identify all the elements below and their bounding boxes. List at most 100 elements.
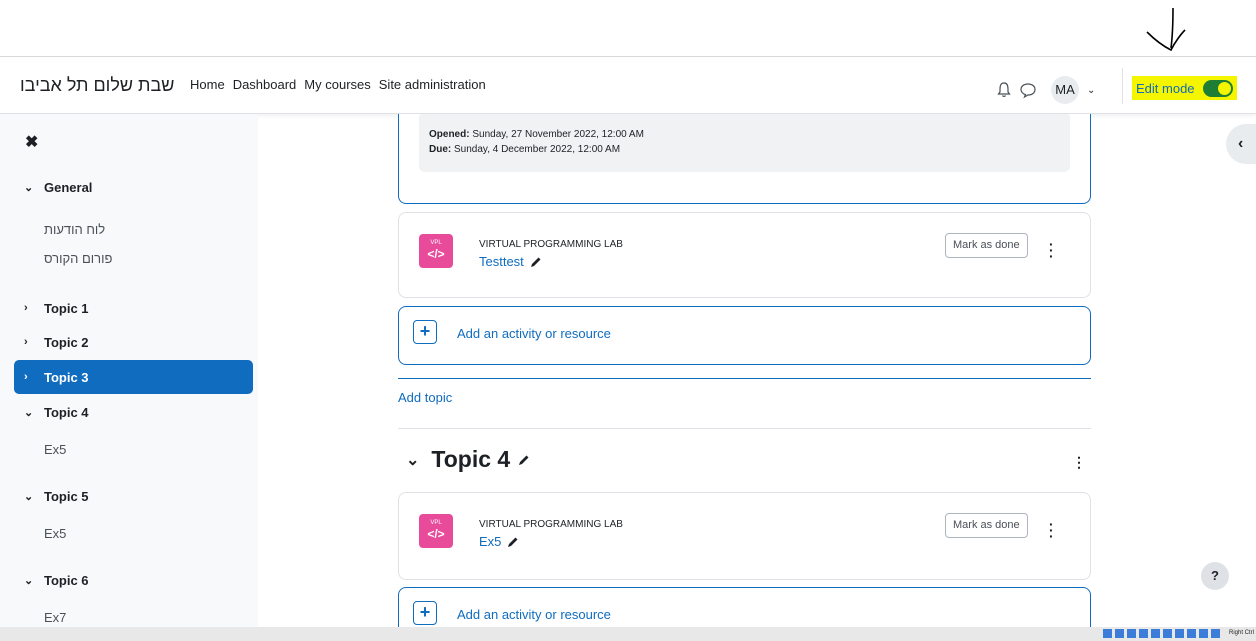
screen-top-area xyxy=(0,0,1256,57)
course-index-label: Ex5 xyxy=(44,441,67,457)
course-index-topic-2[interactable]: › Topic 2 xyxy=(14,325,253,359)
nav-my-courses[interactable]: My courses xyxy=(304,77,370,92)
taskbar-app-icon[interactable] xyxy=(1187,629,1196,638)
edit-pencil-icon[interactable] xyxy=(530,256,542,268)
course-index-drawer: ✖ ⌄ General לוח הודעות פורום הקורס › Top… xyxy=(0,114,258,641)
primary-navigation: Home Dashboard My courses Site administr… xyxy=(190,77,494,92)
taskbar-app-icon[interactable] xyxy=(1127,629,1136,638)
annotation-arrow-icon xyxy=(1146,7,1186,52)
section-divider xyxy=(398,428,1091,429)
course-index-label: Ex5 xyxy=(44,525,67,541)
course-index-item[interactable]: פורום הקורס xyxy=(14,241,253,275)
course-index-item[interactable]: Ex5 xyxy=(14,432,253,466)
activity-card: VPL </> VIRTUAL PROGRAMMING LAB Ex5 Mark… xyxy=(398,492,1091,580)
vpl-icon-text: VPL xyxy=(430,240,442,246)
mark-as-done-button[interactable]: Mark as done xyxy=(945,513,1028,538)
course-index-label: Topic 5 xyxy=(44,488,89,504)
course-content: Opened: Sunday, 27 November 2022, 12:00 … xyxy=(258,114,1256,641)
edit-mode-label: Edit mode xyxy=(1136,80,1195,96)
topic-title: Topic 4 xyxy=(431,446,511,472)
user-avatar[interactable]: MA xyxy=(1051,76,1079,104)
vpl-icon-text: VPL xyxy=(430,520,442,526)
vpl-icon-code: </> xyxy=(427,247,445,261)
chevron-down-icon: ⌄ xyxy=(24,406,34,419)
course-index-topic-6[interactable]: ⌄ Topic 6 xyxy=(14,563,253,597)
activity-link[interactable]: Ex5 xyxy=(479,534,519,549)
close-drawer-icon[interactable]: ✖ xyxy=(25,132,38,152)
activity-type: VIRTUAL PROGRAMMING LAB xyxy=(479,519,623,530)
host-key-label: Right Ctrl xyxy=(1228,630,1254,636)
site-brand[interactable]: שבת שלום תל אביבו xyxy=(20,75,174,96)
activity-dates: Opened: Sunday, 27 November 2022, 12:00 … xyxy=(419,114,1070,172)
chevron-right-icon: › xyxy=(24,371,28,383)
topic-4-heading[interactable]: ⌄ Topic 4 xyxy=(406,446,530,473)
course-index-label: פורום הקורס xyxy=(44,250,113,266)
course-index-label: לוח הודעות xyxy=(44,221,106,237)
help-button[interactable]: ? xyxy=(1201,562,1229,590)
taskbar-app-icon[interactable] xyxy=(1103,629,1112,638)
taskbar-app-icon[interactable] xyxy=(1139,629,1148,638)
vpl-icon: VPL </> xyxy=(419,234,453,268)
nav-home[interactable]: Home xyxy=(190,77,225,92)
chevron-down-icon: ⌄ xyxy=(24,181,34,194)
assignment-card: Opened: Sunday, 27 November 2022, 12:00 … xyxy=(398,114,1091,204)
navbar-divider xyxy=(1122,68,1123,104)
plus-icon[interactable]: + xyxy=(413,320,437,344)
course-index-general[interactable]: ⌄ General xyxy=(14,170,253,204)
taskbar-app-icon[interactable] xyxy=(1151,629,1160,638)
course-index-topic-4[interactable]: ⌄ Topic 4 xyxy=(14,395,253,429)
add-topic-link[interactable]: Add topic xyxy=(398,390,452,405)
vpl-icon-code: </> xyxy=(427,527,445,541)
opened-label: Opened: xyxy=(429,129,470,140)
course-index-label: Topic 1 xyxy=(44,300,89,316)
messages-chat-icon[interactable] xyxy=(1019,81,1037,99)
mark-as-done-button[interactable]: Mark as done xyxy=(945,233,1028,258)
chevron-right-icon: › xyxy=(24,302,28,314)
activity-type: VIRTUAL PROGRAMMING LAB xyxy=(479,239,623,250)
topic-actions-kebab-icon[interactable]: ⋮ xyxy=(1072,454,1086,471)
section-divider xyxy=(398,378,1091,379)
course-index-label: Ex7 xyxy=(44,609,67,625)
taskbar-app-icon[interactable] xyxy=(1115,629,1124,638)
course-index-topic-3[interactable]: › Topic 3 xyxy=(14,360,253,394)
chevron-down-icon: ⌄ xyxy=(24,574,34,587)
opened-date: Sunday, 27 November 2022, 12:00 AM xyxy=(472,129,644,140)
notifications-bell-icon[interactable] xyxy=(995,81,1013,99)
chevron-right-icon: › xyxy=(24,336,28,348)
edit-pencil-icon[interactable] xyxy=(518,454,530,466)
taskbar-app-icon[interactable] xyxy=(1175,629,1184,638)
course-index-label: Topic 4 xyxy=(44,404,89,420)
course-index-item[interactable]: Ex5 xyxy=(14,516,253,550)
course-index-topic-1[interactable]: › Topic 1 xyxy=(14,291,253,325)
activity-name[interactable]: Testtest xyxy=(479,254,524,269)
taskbar-app-icon[interactable] xyxy=(1163,629,1172,638)
nav-dashboard[interactable]: Dashboard xyxy=(233,77,297,92)
add-activity-card[interactable]: + Add an activity or resource xyxy=(398,306,1091,365)
due-label: Due: xyxy=(429,144,452,155)
add-activity-link[interactable]: Add an activity or resource xyxy=(457,607,611,622)
taskbar-icons xyxy=(1103,629,1220,638)
nav-site-administration[interactable]: Site administration xyxy=(379,77,486,92)
top-navbar: שבת שלום תל אביבו Home Dashboard My cour… xyxy=(0,58,1256,114)
plus-icon[interactable]: + xyxy=(413,601,437,625)
add-activity-link[interactable]: Add an activity or resource xyxy=(457,326,611,341)
collapse-chevron-down-icon[interactable]: ⌄ xyxy=(406,450,419,470)
taskbar-app-icon[interactable] xyxy=(1199,629,1208,638)
course-index-label: General xyxy=(44,179,93,195)
activity-actions-kebab-icon[interactable]: · · · xyxy=(1049,517,1054,543)
edit-mode-switch[interactable] xyxy=(1202,79,1233,97)
activity-actions-kebab-icon[interactable]: · · · xyxy=(1049,237,1054,263)
edit-pencil-icon[interactable] xyxy=(507,536,519,548)
chevron-down-icon: ⌄ xyxy=(24,490,34,503)
activity-link[interactable]: Testtest xyxy=(479,254,542,269)
course-index-label: Topic 2 xyxy=(44,334,89,350)
activity-card: VPL </> VIRTUAL PROGRAMMING LAB Testtest… xyxy=(398,212,1091,298)
edit-mode-toggle[interactable]: Edit mode xyxy=(1132,76,1237,100)
user-menu-chevron-down-icon[interactable]: ⌄ xyxy=(1087,85,1095,96)
course-index-topic-5[interactable]: ⌄ Topic 5 xyxy=(14,479,253,513)
taskbar-app-icon[interactable] xyxy=(1211,629,1220,638)
host-taskbar: Right Ctrl xyxy=(0,627,1256,641)
due-date: Sunday, 4 December 2022, 12:00 AM xyxy=(454,144,621,155)
activity-name[interactable]: Ex5 xyxy=(479,534,501,549)
course-index-label: Topic 3 xyxy=(44,369,89,385)
